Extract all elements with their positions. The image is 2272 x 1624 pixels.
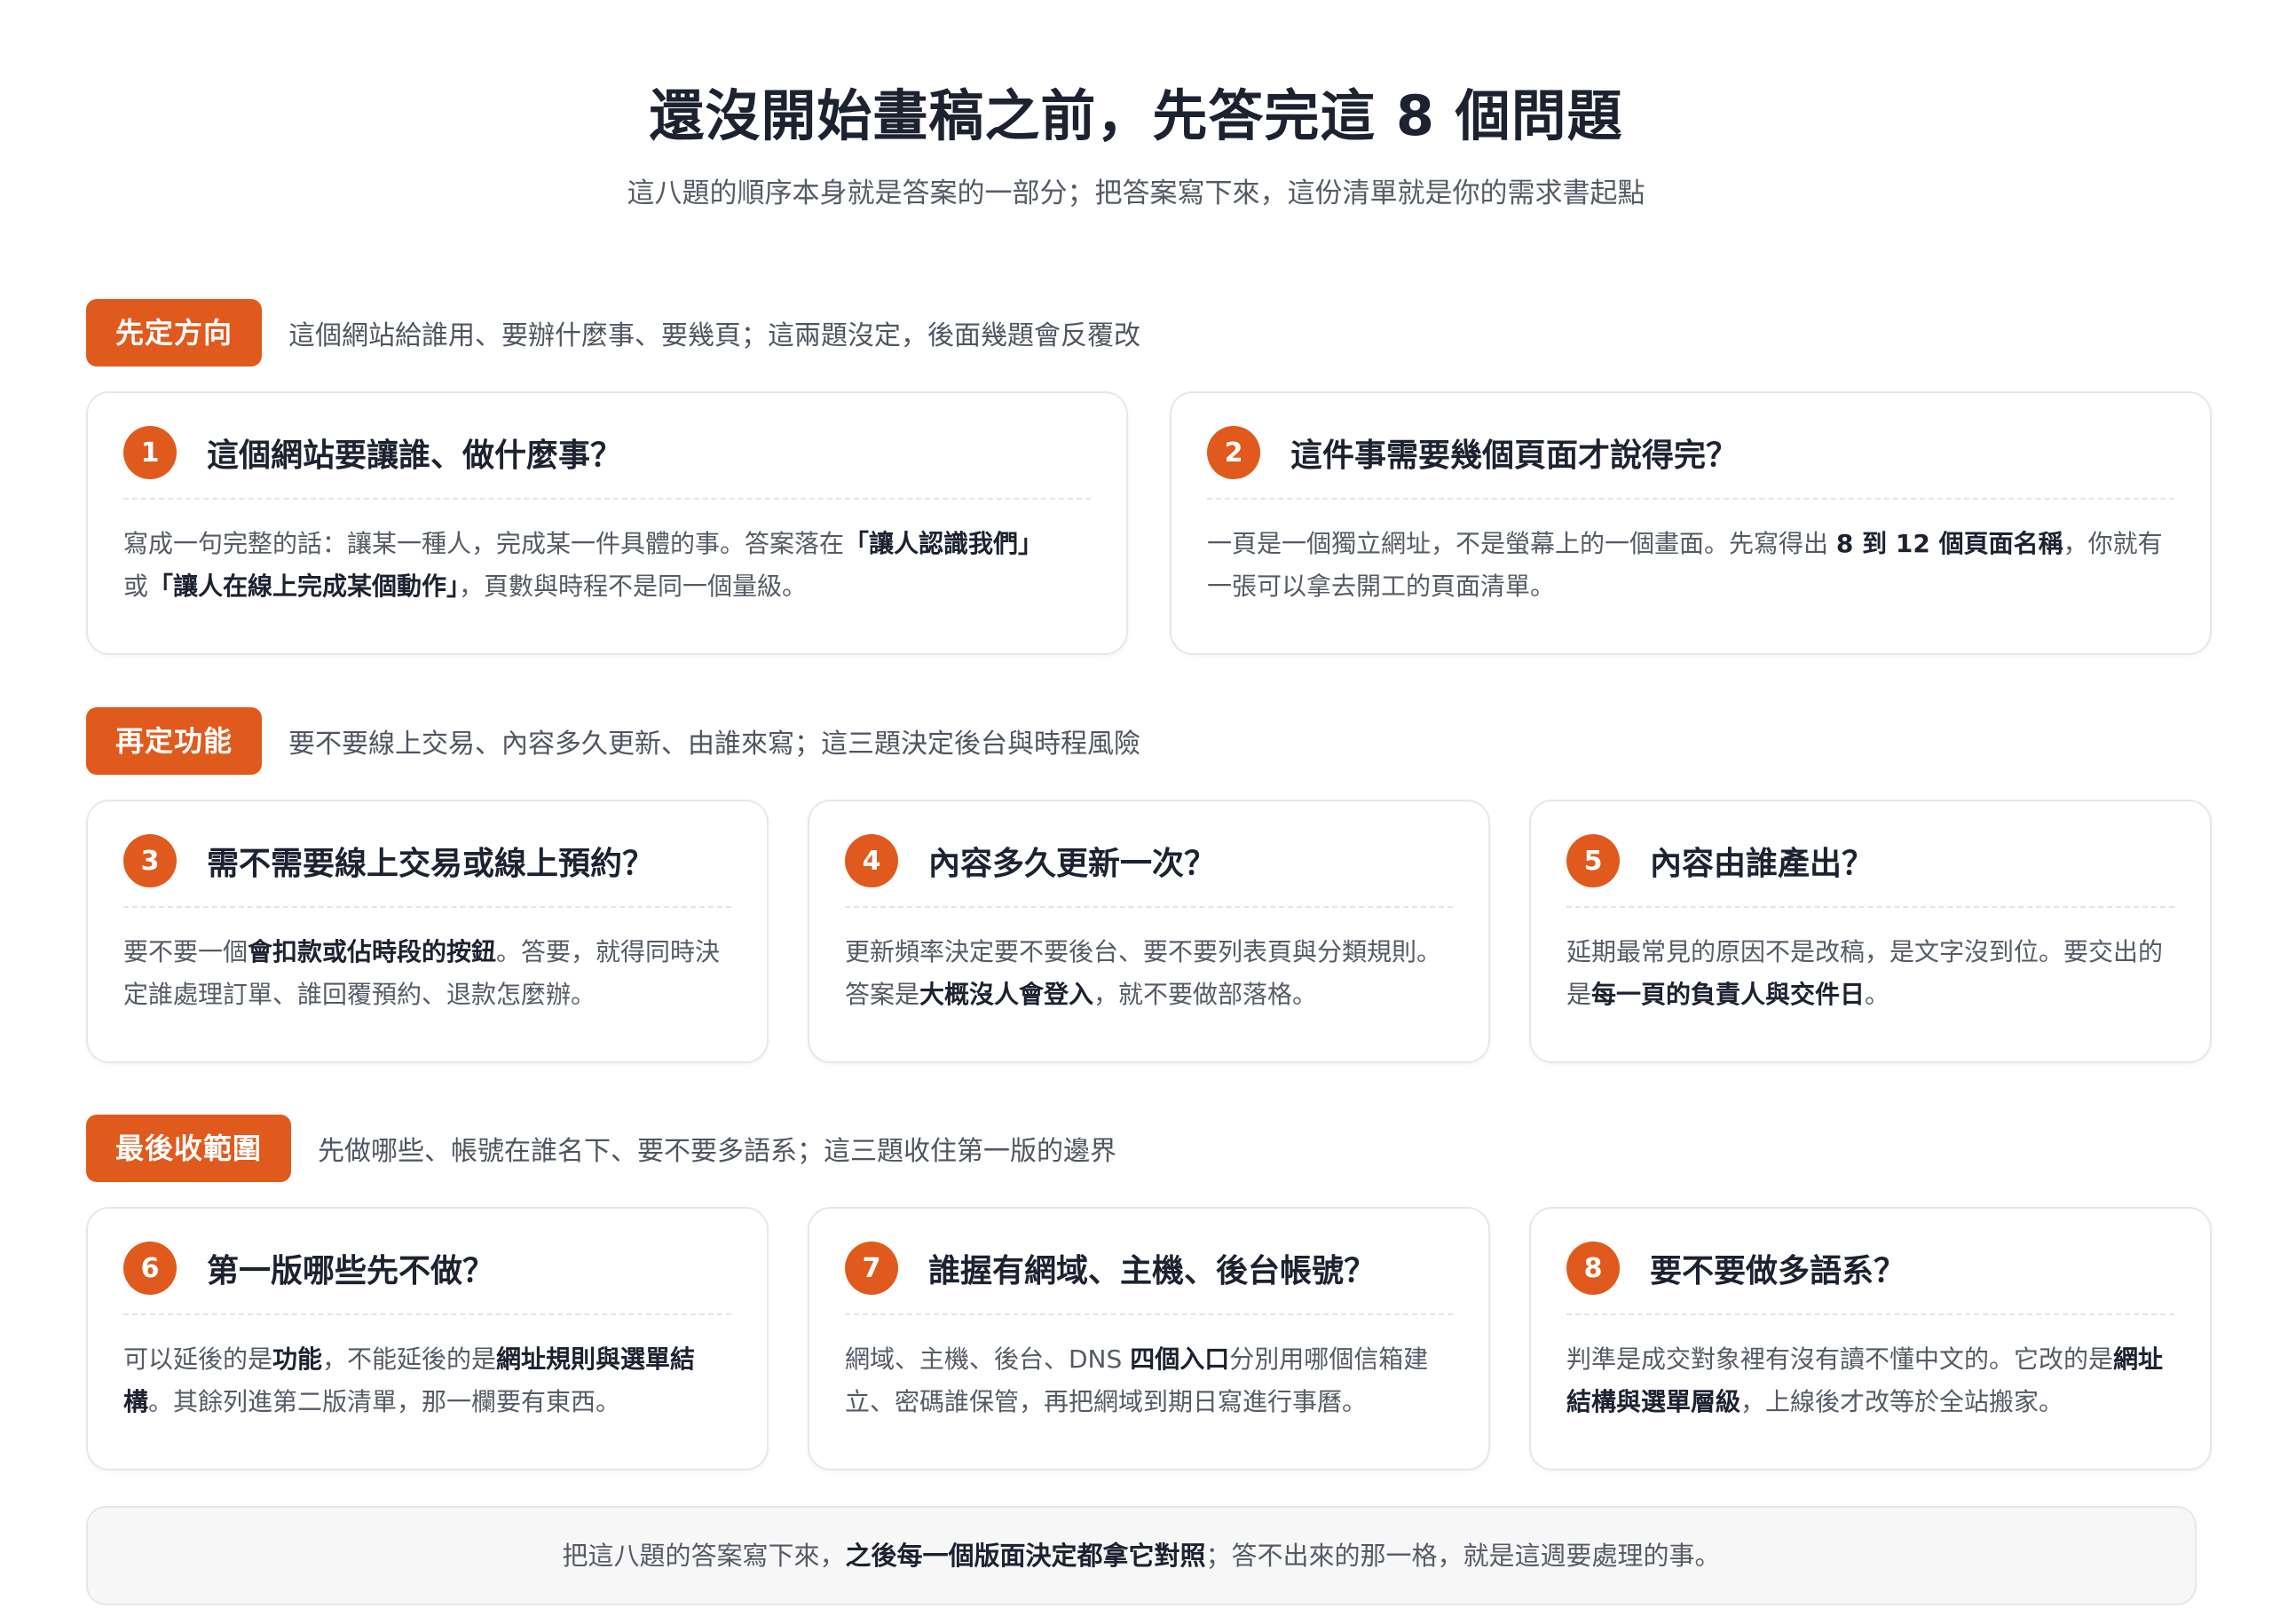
page-subtitle: 這八題的順序本身就是答案的一部分；把答案寫下來，這份清單就是你的需求書起點 <box>627 177 1645 209</box>
question-title: 需不需要線上交易或線上預約？ <box>207 846 655 882</box>
footer-text: 把這八題的答案寫下來， <box>562 1541 846 1571</box>
body-emphasis: 「讓人在線上完成某個動作」 <box>148 572 460 601</box>
question-card-4: 4 內容多久更新一次？ 更新頻率決定要不要後台、要不要列表頁與分類規則。答案是大… <box>808 800 1490 1063</box>
question-card-2: 2 這件事需要幾個頁面才說得完？ 一頁是一個獨立網址，不是螢幕上的一個畫面。先寫… <box>1170 391 2212 655</box>
question-body: 寫成一句完整的話：讓某一種人，完成某一件具體的事。答案落在「讓人認識我們」或「讓… <box>123 523 1091 608</box>
question-body: 更新頻率決定要不要後台、要不要列表頁與分類規則。答案是大概沒人會登入，就不要做部… <box>845 931 1453 1016</box>
card-divider <box>845 1313 1453 1315</box>
section-header-scope: 最後收範圍 先做哪些、帳號在誰名下、要不要多語系；這三題收住第一版的邊界 <box>86 1115 1116 1182</box>
body-text: ，就不要做部落格。 <box>1093 980 1318 1009</box>
body-text: 寫成一句完整的話：讓某一種人，完成某一件具體的事。答案落在 <box>123 529 845 558</box>
question-number-badge: 3 <box>123 834 177 887</box>
section-tag: 先定方向 <box>86 299 263 367</box>
card-divider <box>123 498 1091 500</box>
body-text: 一頁是一個獨立網址，不是螢幕上的一個畫面。先寫得出 <box>1207 529 1836 558</box>
section-description: 要不要線上交易、內容多久更新、由誰來寫；這三題決定後台與時程風險 <box>288 729 1141 760</box>
body-text: ，上線後才改等於全站搬家。 <box>1740 1387 2064 1416</box>
question-body: 延期最常見的原因不是改稿，是文字沒到位。要交出的是每一頁的負責人與交件日。 <box>1566 931 2174 1016</box>
card-divider <box>845 906 1453 908</box>
body-text: ，頁數與時程不是同一個量級。 <box>459 572 808 601</box>
section-tag: 最後收範圍 <box>86 1115 292 1182</box>
question-title: 內容由誰產出？ <box>1650 846 1874 882</box>
question-body: 可以延後的是功能，不能延後的是網址規則與選單結構。其餘列進第二版清單，那一欄要有… <box>123 1338 731 1423</box>
question-number-badge: 8 <box>1566 1242 1620 1295</box>
question-card-6: 6 第一版哪些先不做？ 可以延後的是功能，不能延後的是網址規則與選單結構。其餘列… <box>86 1207 769 1470</box>
question-number-badge: 5 <box>1566 834 1620 887</box>
question-card-1: 1 這個網站要讓誰、做什麼事？ 寫成一句完整的話：讓某一種人，完成某一件具體的事… <box>86 391 1128 655</box>
body-emphasis: 會扣款或佔時段的按鈕 <box>248 937 497 966</box>
question-title: 這件事需要幾個頁面才說得完？ <box>1290 438 1739 474</box>
question-number-badge: 2 <box>1207 426 1260 479</box>
body-emphasis: 8 到 12 個頁面名稱 <box>1835 529 2063 558</box>
body-text: 判準是成交對象裡有沒有讀不懂中文的。它改的是 <box>1566 1344 2114 1374</box>
footer-emphasis: 之後每一個版面決定都拿它對照 <box>845 1541 1206 1571</box>
question-title: 誰握有網域、主機、後台帳號？ <box>928 1253 1377 1289</box>
section-description: 這個網站給誰用、要辦什麼事、要幾頁；這兩題沒定，後面幾題會反覆改 <box>288 320 1141 351</box>
footer-text: ；答不出來的那一格，就是這週要處理的事。 <box>1205 1541 1721 1571</box>
page: 還沒開始畫稿之前，先答完這 8 個問題 這八題的順序本身就是答案的一部分；把答案… <box>0 0 2272 1624</box>
card-divider <box>123 906 731 908</box>
question-body: 一頁是一個獨立網址，不是螢幕上的一個畫面。先寫得出 8 到 12 個頁面名稱，你… <box>1207 523 2174 608</box>
section-header-function: 再定功能 要不要線上交易、內容多久更新、由誰來寫；這三題決定後台與時程風險 <box>86 707 1140 775</box>
card-divider <box>1566 906 2174 908</box>
body-emphasis: 大概沒人會登入 <box>919 980 1094 1009</box>
question-number-badge: 1 <box>123 426 177 479</box>
question-card-3: 3 需不需要線上交易或線上預約？ 要不要一個會扣款或佔時段的按鈕。答要，就得同時… <box>86 800 769 1063</box>
footer-note: 把這八題的答案寫下來，之後每一個版面決定都拿它對照；答不出來的那一格，就是這週要… <box>86 1506 2197 1605</box>
section-header-direction: 先定方向 這個網站給誰用、要辦什麼事、要幾頁；這兩題沒定，後面幾題會反覆改 <box>86 299 1140 367</box>
body-text: 。 <box>1865 980 1890 1009</box>
question-number-badge: 6 <box>123 1242 177 1295</box>
body-emphasis: 四個入口 <box>1130 1344 1230 1374</box>
body-text: 或 <box>123 572 149 601</box>
question-card-8: 8 要不要做多語系？ 判準是成交對象裡有沒有讀不懂中文的。它改的是網址結構與選單… <box>1529 1207 2212 1470</box>
section-description: 先做哪些、帳號在誰名下、要不要多語系；這三題收住第一版的邊界 <box>318 1136 1117 1167</box>
card-divider <box>123 1313 731 1315</box>
page-header: 還沒開始畫稿之前，先答完這 8 個問題 這八題的順序本身就是答案的一部分；把答案… <box>0 82 2272 213</box>
question-card-7: 7 誰握有網域、主機、後台帳號？ 網域、主機、後台、DNS 四個入口分別用哪個信… <box>808 1207 1490 1470</box>
body-text: ，不能延後的是 <box>322 1344 497 1374</box>
body-text: 可以延後的是 <box>123 1344 273 1374</box>
question-number-badge: 7 <box>845 1242 898 1295</box>
body-text: 。其餘列進第二版清單，那一欄要有東西。 <box>148 1387 621 1416</box>
question-title: 這個網站要讓誰、做什麼事？ <box>207 438 623 474</box>
question-title: 要不要做多語系？ <box>1650 1253 1906 1289</box>
question-number-badge: 4 <box>845 834 898 887</box>
page-title: 還沒開始畫稿之前，先答完這 8 個問題 <box>649 83 1623 148</box>
question-title: 內容多久更新一次？ <box>928 846 1217 882</box>
question-title: 第一版哪些先不做？ <box>207 1253 495 1289</box>
question-card-5: 5 內容由誰產出？ 延期最常見的原因不是改稿，是文字沒到位。要交出的是每一頁的負… <box>1529 800 2212 1063</box>
body-text: 要不要一個 <box>123 937 248 966</box>
question-body: 判準是成交對象裡有沒有讀不懂中文的。它改的是網址結構與選單層級，上線後才改等於全… <box>1566 1338 2174 1423</box>
body-emphasis: 「讓人認識我們」 <box>844 529 1044 558</box>
question-body: 網域、主機、後台、DNS 四個入口分別用哪個信箱建立、密碼誰保管，再把網域到期日… <box>845 1338 1453 1423</box>
card-divider <box>1566 1313 2174 1315</box>
body-emphasis: 功能 <box>272 1344 323 1374</box>
card-divider <box>1207 498 2174 500</box>
body-emphasis: 每一頁的負責人與交件日 <box>1591 980 1866 1009</box>
question-body: 要不要一個會扣款或佔時段的按鈕。答要，就得同時決定誰處理訂單、誰回覆預約、退款怎… <box>123 931 731 1016</box>
section-tag: 再定功能 <box>86 707 263 775</box>
body-text: 網域、主機、後台、DNS <box>845 1344 1131 1374</box>
